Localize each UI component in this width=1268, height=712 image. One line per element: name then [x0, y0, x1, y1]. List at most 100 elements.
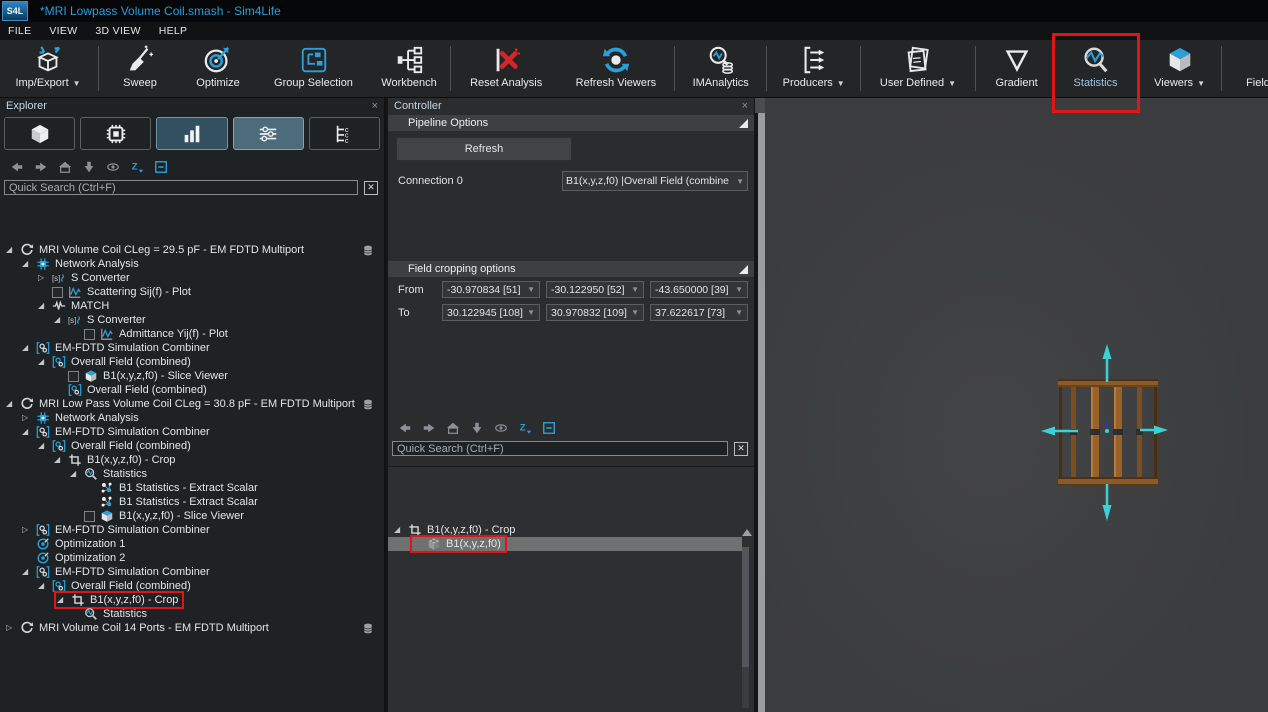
expander-closed-icon[interactable]: ▷ — [6, 621, 20, 635]
visibility-checkbox[interactable] — [68, 371, 79, 382]
explorer-search-input[interactable] — [4, 180, 358, 195]
explorer-search-clear-icon[interactable]: ✕ — [364, 181, 378, 195]
tree-row[interactable]: ▷EM-FDTD Simulation Combiner — [0, 523, 384, 537]
tree-row[interactable]: ◢MRI Low Pass Volume Coil CLeg = 30.8 pF… — [0, 397, 384, 411]
tree-row[interactable]: Admittance Yij(f) - Plot — [0, 327, 384, 341]
crop-value-dropdown[interactable]: 37.622617 [73]▼ — [650, 304, 748, 321]
expander-open-icon[interactable]: ◢ — [22, 565, 36, 579]
tree-row[interactable]: ◢Network Analysis — [0, 257, 384, 271]
expander-open-icon[interactable]: ◢ — [394, 523, 408, 537]
tree-row[interactable]: Optimization 2 — [0, 551, 384, 565]
explorer-tab-settings-sliders-icon[interactable] — [233, 117, 304, 150]
explorer-tab-model-cube-icon[interactable] — [4, 117, 75, 150]
controller-scrollbar[interactable] — [742, 547, 749, 708]
expander-open-icon[interactable]: ◢ — [57, 593, 71, 607]
tree-row[interactable]: ◢Statistics — [0, 467, 384, 481]
expander-closed-icon[interactable]: ▷ — [22, 411, 36, 425]
controller-close-icon[interactable]: × — [742, 100, 748, 112]
forward-icon[interactable] — [34, 160, 48, 174]
tree-row[interactable]: ◢S Converter — [0, 313, 384, 327]
expander-open-icon[interactable]: ◢ — [54, 313, 68, 327]
crop-value-dropdown[interactable]: 30.122945 [108]▼ — [442, 304, 540, 321]
expander-open-icon[interactable]: ◢ — [38, 355, 52, 369]
explorer-tab-analysis-bars-icon[interactable] — [156, 117, 227, 150]
menu-item-help[interactable]: HELP — [159, 25, 188, 37]
tree-row[interactable]: B1(x,y,z,f0) — [388, 537, 742, 551]
expander-open-icon[interactable]: ◢ — [38, 439, 52, 453]
expander-open-icon[interactable]: ◢ — [22, 341, 36, 355]
forward-icon[interactable] — [422, 421, 436, 435]
eye-icon[interactable] — [106, 160, 120, 174]
tree-row[interactable]: B1 Statistics - Extract Scalar — [0, 495, 384, 509]
explorer-close-icon[interactable]: × — [372, 100, 378, 112]
back-icon[interactable] — [398, 421, 412, 435]
expander-closed-icon[interactable]: ▷ — [38, 271, 52, 285]
tree-row[interactable]: Overall Field (combined) — [0, 383, 384, 397]
home-icon[interactable] — [446, 421, 460, 435]
collapse-box-icon[interactable] — [542, 421, 556, 435]
scroll-up-icon[interactable] — [742, 529, 752, 536]
toolbar-button-imp-export[interactable]: Imp/Export ▼ — [0, 40, 96, 97]
expander-open-icon[interactable]: ◢ — [70, 467, 84, 481]
tree-row[interactable]: B1(x,y,z,f0) - Slice Viewer — [0, 509, 384, 523]
crop-value-dropdown[interactable]: -30.122950 [52]▼ — [546, 281, 644, 298]
visibility-checkbox[interactable] — [84, 329, 95, 340]
expander-open-icon[interactable]: ◢ — [38, 299, 52, 313]
pipeline-options-section[interactable]: Pipeline Options — [388, 115, 754, 131]
menu-item-3d-view[interactable]: 3D VIEW — [95, 25, 140, 37]
tree-row[interactable]: Scattering Sij(f) - Plot — [0, 285, 384, 299]
zfilter-icon[interactable] — [518, 421, 532, 435]
expander-open-icon[interactable]: ◢ — [6, 243, 20, 257]
toolbar-button-user-defined[interactable]: User Defined ▼ — [863, 40, 972, 97]
tree-row[interactable]: ◢EM-FDTD Simulation Combiner — [0, 425, 384, 439]
tree-row[interactable]: ▷S Converter — [0, 271, 384, 285]
crop-value-dropdown[interactable]: -30.970834 [51]▼ — [442, 281, 540, 298]
menu-item-file[interactable]: FILE — [8, 25, 31, 37]
visibility-checkbox[interactable] — [52, 287, 63, 298]
tree-row[interactable]: Optimization 1 — [0, 537, 384, 551]
expander-open-icon[interactable]: ◢ — [54, 453, 68, 467]
expander-open-icon[interactable]: ◢ — [38, 579, 52, 593]
panel-splitter[interactable] — [758, 98, 765, 712]
tree-row[interactable]: B1 Statistics - Extract Scalar — [0, 481, 384, 495]
refresh-button[interactable]: Refresh — [396, 137, 572, 161]
tree-row[interactable]: Statistics — [0, 607, 384, 621]
down-icon[interactable] — [470, 421, 484, 435]
toolbar-button-group-selection[interactable]: Group Selection — [257, 40, 370, 97]
controller-search-input[interactable] — [392, 441, 728, 456]
menu-item-view[interactable]: VIEW — [49, 25, 77, 37]
explorer-tab-simulation-chip-icon[interactable] — [80, 117, 151, 150]
expander-closed-icon[interactable]: ▷ — [22, 523, 36, 537]
collapse-box-icon[interactable] — [154, 160, 168, 174]
expander-open-icon[interactable]: ◢ — [6, 397, 20, 411]
field-cropping-section[interactable]: Field cropping options — [388, 261, 754, 277]
toolbar-button-viewers[interactable]: Viewers ▼ — [1141, 40, 1219, 97]
expander-open-icon[interactable]: ◢ — [22, 257, 36, 271]
toolbar-button-workbench[interactable]: Workbench — [370, 40, 448, 97]
toolbar-button-reset-analysis[interactable]: Reset Analysis — [453, 40, 559, 97]
tree-row[interactable]: ◢Overall Field (combined) — [0, 439, 384, 453]
toolbar-button-refresh-viewers[interactable]: Refresh Viewers — [559, 40, 672, 97]
tree-row[interactable]: B1(x,y,z,f0) - Slice Viewer — [0, 369, 384, 383]
3d-viewport[interactable] — [765, 98, 1268, 712]
tree-row[interactable]: ◢MRI Volume Coil CLeg = 29.5 pF - EM FDT… — [0, 243, 384, 257]
toolbar-button-imanalytics[interactable]: IMAnalytics — [677, 40, 764, 97]
eye-icon[interactable] — [494, 421, 508, 435]
crop-value-dropdown[interactable]: -43.650000 [39]▼ — [650, 281, 748, 298]
toolbar-button-sweep[interactable]: Sweep — [101, 40, 179, 97]
connection-dropdown[interactable]: B1(x,y,z,f0) |Overall Field (combine ▼ — [562, 171, 748, 191]
toolbar-button-statistics[interactable]: Statistics — [1056, 40, 1136, 97]
crop-value-dropdown[interactable]: 30.970832 [109]▼ — [546, 304, 644, 321]
expander-open-icon[interactable]: ◢ — [22, 425, 36, 439]
back-icon[interactable] — [10, 160, 24, 174]
visibility-checkbox[interactable] — [84, 511, 95, 522]
toolbar-button-optimize[interactable]: Optimize — [179, 40, 257, 97]
home-icon[interactable] — [58, 160, 72, 174]
down-icon[interactable] — [82, 160, 96, 174]
tree-row[interactable]: ◢B1(x,y,z,f0) - Crop — [0, 453, 384, 467]
tree-row[interactable]: ▷MRI Volume Coil 14 Ports - EM FDTD Mult… — [0, 621, 384, 635]
toolbar-button-gradient[interactable]: Gradient — [978, 40, 1056, 97]
tree-row[interactable]: ◢MATCH — [0, 299, 384, 313]
tree-row[interactable]: ▷Network Analysis — [0, 411, 384, 425]
explorer-tab-hierarchy-tree-icon[interactable] — [309, 117, 380, 150]
